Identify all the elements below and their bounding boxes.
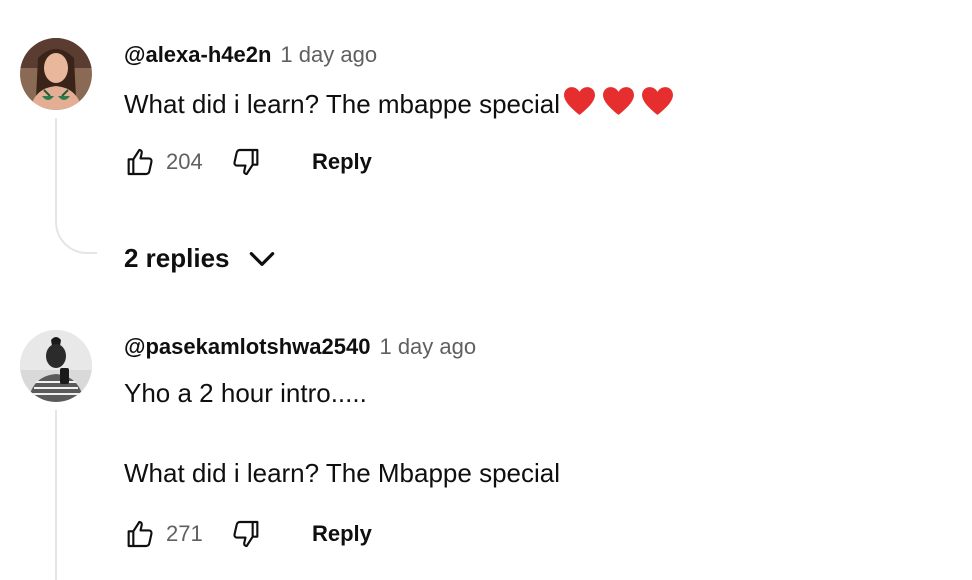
comment-text-line-2: What did i learn? The Mbappe special — [124, 458, 560, 488]
thumbs-up-icon — [127, 520, 153, 548]
comment-thread-1: @alexa-h4e2n 1 day ago What did i learn?… — [0, 0, 972, 300]
comment-text-line-1: Yho a 2 hour intro..... — [124, 378, 367, 408]
avatar-image — [20, 330, 92, 402]
thumbs-down-icon — [233, 520, 259, 548]
thread-line-curve — [55, 200, 97, 254]
avatar[interactable] — [20, 38, 92, 110]
heart-emojis — [563, 86, 674, 116]
comment-header: @alexa-h4e2n 1 day ago — [124, 42, 377, 68]
red-heart-icon — [642, 87, 673, 115]
replies-count-label: 2 replies — [124, 242, 230, 273]
thread-line — [55, 410, 57, 580]
comment-thread-2: @pasekamlotshwa2540 1 day ago Yho a 2 ho… — [0, 300, 972, 580]
comment-header: @pasekamlotshwa2540 1 day ago — [124, 334, 476, 360]
dislike-button[interactable] — [224, 512, 268, 556]
reply-button[interactable]: Reply — [312, 149, 372, 175]
like-button[interactable] — [118, 140, 162, 184]
like-button[interactable] — [118, 512, 162, 556]
thumbs-up-icon — [127, 148, 153, 176]
red-heart-icon — [603, 87, 634, 115]
red-heart-icon — [564, 87, 595, 115]
reply-button[interactable]: Reply — [312, 521, 372, 547]
comment-timestamp[interactable]: 1 day ago — [379, 334, 476, 360]
dislike-button[interactable] — [224, 140, 268, 184]
comment-text-body: What did i learn? The mbappe special — [124, 89, 560, 119]
like-count: 271 — [166, 521, 203, 546]
comment-author[interactable]: @alexa-h4e2n — [124, 42, 271, 68]
thumbs-down-icon — [233, 148, 259, 176]
comment-text: What did i learn? The mbappe special — [124, 86, 674, 120]
avatar-image — [20, 38, 92, 110]
replies-toggle-button[interactable]: 2 replies — [124, 236, 278, 280]
like-count: 204 — [166, 149, 203, 174]
avatar[interactable] — [20, 330, 92, 402]
comment-timestamp[interactable]: 1 day ago — [280, 42, 377, 68]
comment-actions: 204 Reply — [118, 140, 372, 184]
comment-author[interactable]: @pasekamlotshwa2540 — [124, 334, 370, 360]
comment-actions: 271 Reply — [118, 512, 372, 556]
thread-line — [55, 118, 57, 208]
chevron-down-icon — [249, 252, 274, 266]
